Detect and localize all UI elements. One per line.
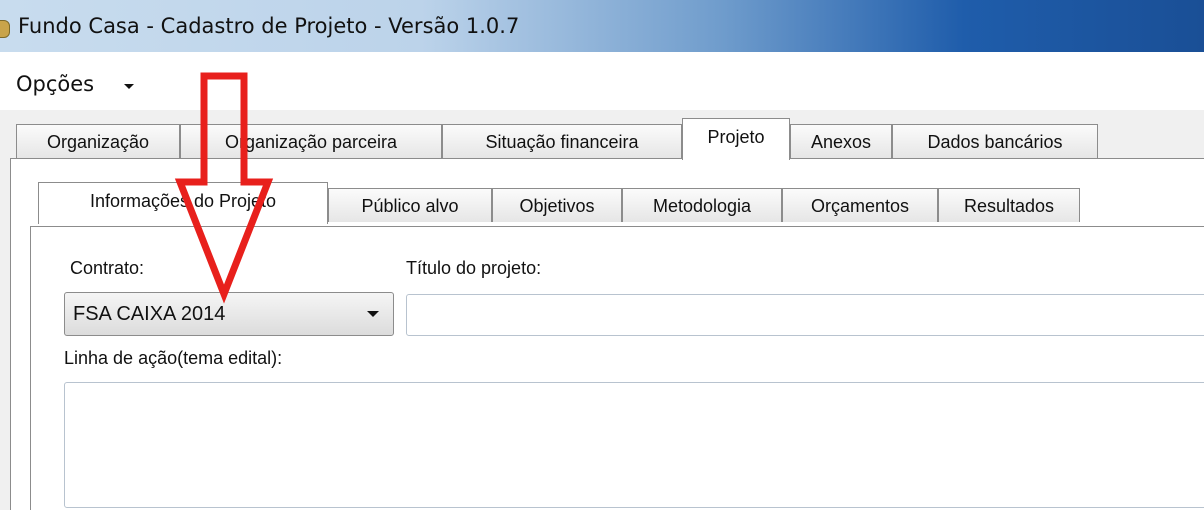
tab-organizacao[interactable]: Organização (16, 124, 180, 158)
tab-resultados[interactable]: Resultados (938, 188, 1080, 222)
menu-bar: Opções (0, 52, 1204, 110)
tab-dados-bancarios[interactable]: Dados bancários (892, 124, 1098, 158)
tab-informacoes-do-projeto[interactable]: Informações do Projeto (38, 182, 328, 224)
dropdown-arrow-icon[interactable] (367, 311, 379, 317)
chevron-down-icon[interactable] (124, 84, 134, 89)
action-line-textarea[interactable] (64, 382, 1204, 508)
tab-publico-alvo[interactable]: Público alvo (328, 188, 492, 222)
action-line-label: Linha de ação(tema edital): (64, 348, 283, 368)
tab-organizacao-parceira[interactable]: Organização parceira (180, 124, 442, 158)
options-menu[interactable]: Opções (16, 72, 94, 96)
tab-situacao-financeira[interactable]: Situação financeira (442, 124, 682, 158)
tab-metodologia[interactable]: Metodologia (622, 188, 782, 222)
tab-projeto[interactable]: Projeto (682, 118, 790, 160)
application-window: Fundo Casa - Cadastro de Projeto - Versã… (0, 0, 1204, 510)
window-title: Fundo Casa - Cadastro de Projeto - Versã… (18, 14, 520, 38)
contract-selected-value: FSA CAIXA 2014 (73, 303, 226, 325)
project-title-input[interactable] (406, 294, 1204, 336)
contract-label: Contrato: (70, 258, 145, 278)
tab-objetivos[interactable]: Objetivos (492, 188, 622, 222)
project-title-label: Título do projeto: (406, 258, 542, 278)
contract-select[interactable]: FSA CAIXA 2014 (64, 292, 394, 336)
tab-anexos[interactable]: Anexos (790, 124, 892, 158)
app-icon (0, 20, 10, 38)
title-bar[interactable]: Fundo Casa - Cadastro de Projeto - Versã… (0, 0, 1204, 52)
tab-orcamentos[interactable]: Orçamentos (782, 188, 938, 222)
